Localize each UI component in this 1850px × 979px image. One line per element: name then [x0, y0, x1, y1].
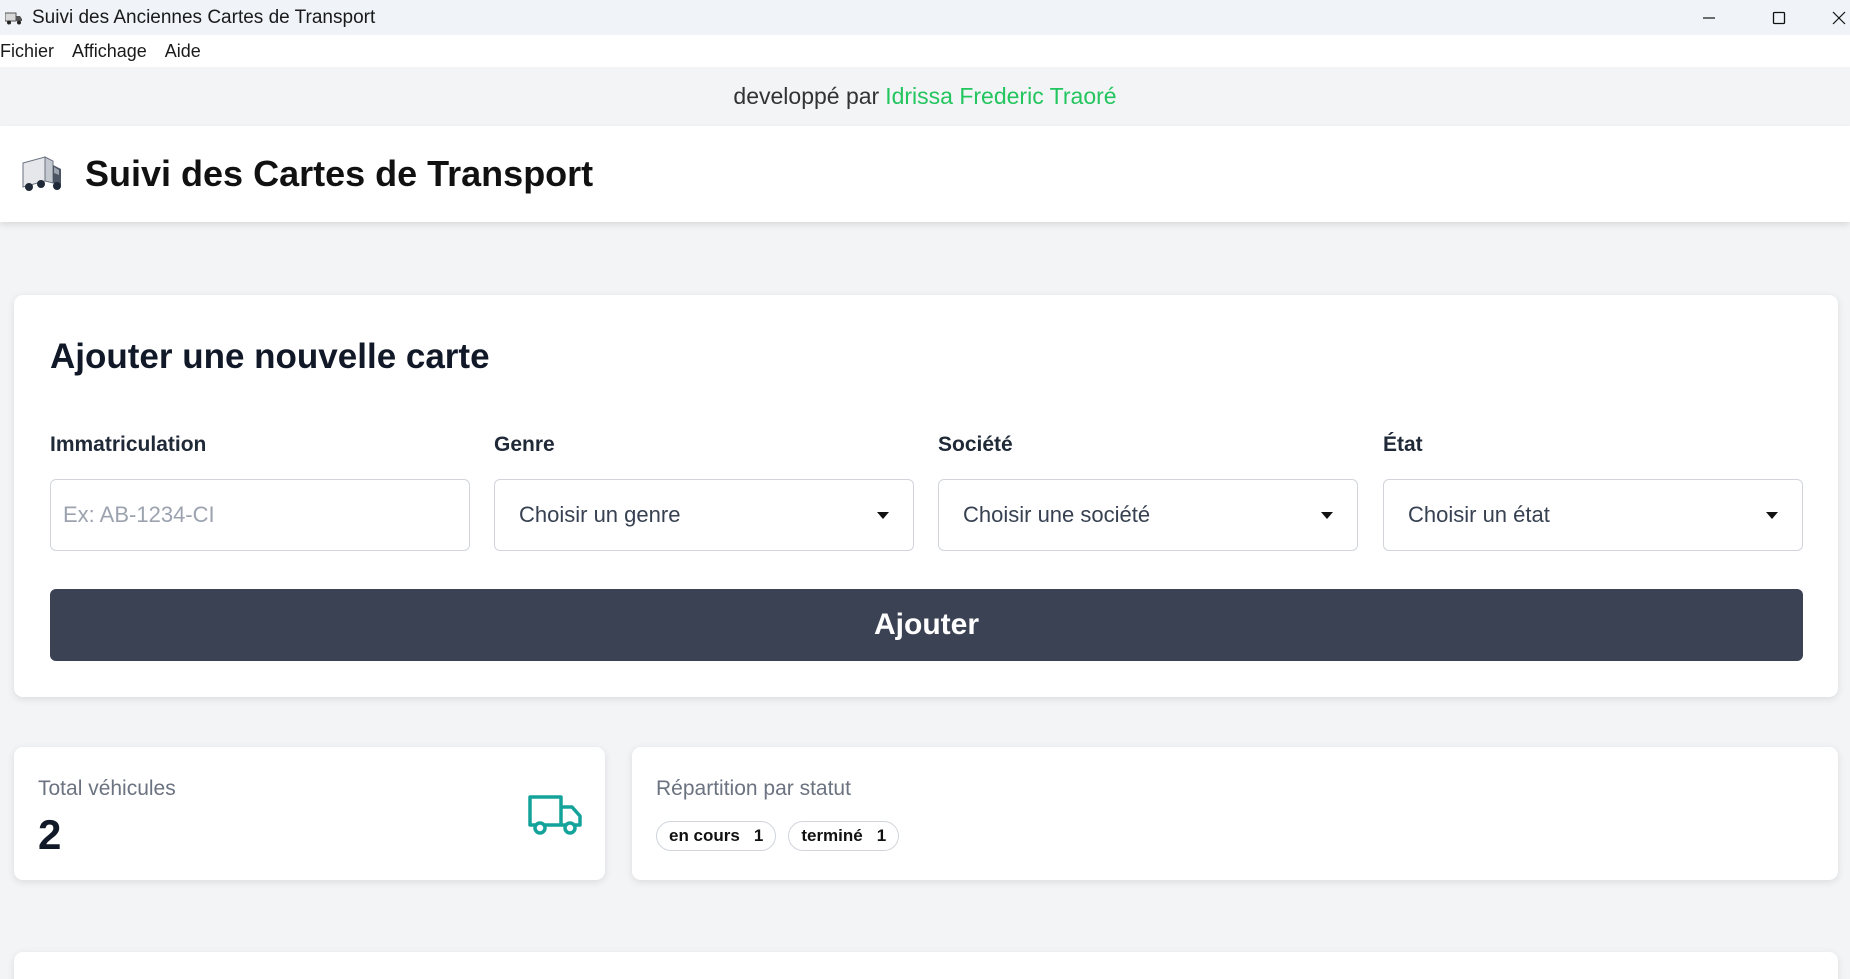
minimize-icon	[1703, 16, 1715, 19]
field-etat: État Choisir un état	[1383, 433, 1803, 551]
status-breakdown-card: Répartition par statut en cours 1 termin…	[632, 747, 1838, 880]
etat-select[interactable]: Choisir un état	[1383, 479, 1803, 551]
societe-select[interactable]: Choisir une société	[938, 479, 1358, 551]
status-pill-count: 1	[876, 826, 887, 845]
genre-label: Genre	[494, 433, 555, 456]
menu-fichier[interactable]: Fichier	[0, 41, 63, 62]
truck-outline-icon	[528, 795, 582, 835]
chevron-down-icon	[1321, 512, 1333, 519]
next-section-card	[14, 952, 1838, 979]
add-card-form: Ajouter une nouvelle carte Immatriculati…	[14, 295, 1838, 697]
status-pill: terminé 1	[788, 821, 900, 851]
status-breakdown-label: Répartition par statut	[656, 777, 851, 800]
field-immatriculation: Immatriculation	[50, 433, 470, 551]
genre-select[interactable]: Choisir un genre	[494, 479, 914, 551]
truck-emoji-icon	[22, 156, 61, 191]
status-pill-list: en cours 1 terminé 1	[656, 821, 900, 851]
chevron-down-icon	[1766, 512, 1778, 519]
field-genre: Genre Choisir un genre	[494, 433, 914, 551]
menu-affichage[interactable]: Affichage	[63, 41, 156, 62]
minimize-button[interactable]	[1674, 0, 1744, 35]
page-title: Suivi des Cartes de Transport	[85, 153, 594, 194]
window-controls	[1674, 0, 1850, 35]
etat-select-value: Choisir un état	[1408, 502, 1550, 527]
menu-aide[interactable]: Aide	[156, 41, 210, 62]
total-vehicles-card: Total véhicules 2	[14, 747, 605, 880]
credit-author: Idrissa Frederic Traoré	[885, 83, 1117, 109]
status-pill-count: 1	[753, 826, 764, 845]
maximize-icon	[1772, 11, 1786, 24]
window-title: Suivi des Anciennes Cartes de Transport	[32, 6, 376, 28]
status-pill: en cours 1	[656, 821, 777, 851]
chevron-down-icon	[877, 512, 889, 519]
page-header: Suivi des Cartes de Transport	[0, 126, 1850, 222]
form-title: Ajouter une nouvelle carte	[50, 337, 490, 376]
credit-prefix: developpé par	[733, 83, 880, 109]
total-vehicles-value: 2	[38, 811, 62, 858]
etat-label: État	[1383, 433, 1423, 456]
immatriculation-label: Immatriculation	[50, 433, 207, 456]
window-titlebar: Suivi des Anciennes Cartes de Transport	[0, 0, 1850, 35]
close-icon	[1832, 11, 1846, 24]
maximize-button[interactable]	[1744, 0, 1814, 35]
add-button[interactable]: Ajouter	[50, 589, 1803, 661]
status-pill-name: en cours	[669, 826, 740, 845]
menu-bar: Fichier Affichage Aide	[0, 35, 1850, 67]
developer-credit: developpé par Idrissa Frederic Traoré	[0, 67, 1850, 126]
status-pill-name: terminé	[801, 826, 863, 845]
truck-app-icon	[4, 8, 24, 28]
field-societe: Société Choisir une société	[938, 433, 1358, 551]
close-button[interactable]	[1814, 0, 1850, 35]
societe-select-value: Choisir une société	[963, 502, 1151, 527]
genre-select-value: Choisir un genre	[519, 502, 681, 527]
immatriculation-input[interactable]	[50, 479, 470, 551]
total-vehicles-label: Total véhicules	[38, 777, 176, 800]
societe-label: Société	[938, 433, 1013, 456]
